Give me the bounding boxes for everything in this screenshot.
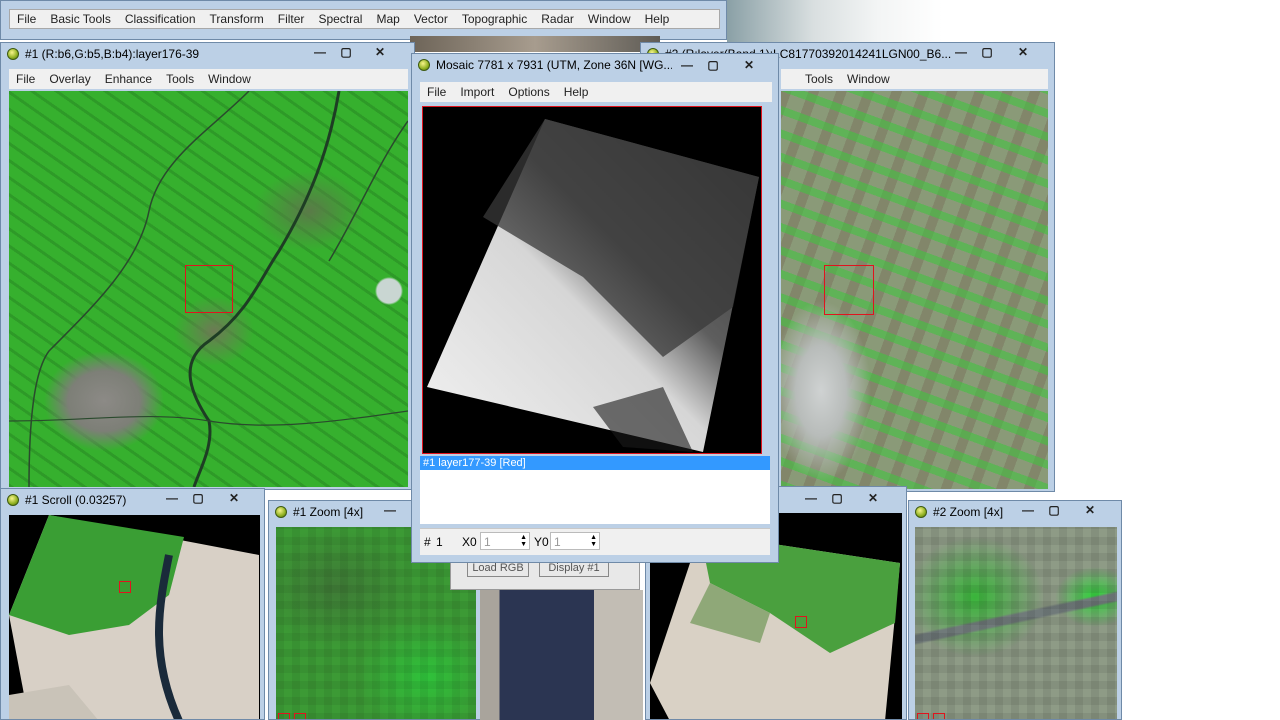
zoom2-window: #2 Zoom [4x] — ▢ ✕ [908,500,1122,720]
close-icon[interactable]: ✕ [367,43,393,61]
zoom1-title: #1 Zoom [4x] [293,505,364,519]
maximize-icon[interactable]: ▢ [1041,501,1067,519]
maximize-icon[interactable]: ▢ [185,489,211,507]
y0-label: Y0 [534,535,549,549]
maximize-icon[interactable]: ▢ [700,56,726,74]
mosaic-menu-import[interactable]: Import [453,85,501,99]
layer-list-item-selected[interactable]: #1 layer177-39 [Red] [420,456,770,470]
main-window: File Basic Tools Classification Transfor… [0,0,727,40]
mosaic-layer-list: #1 layer177-39 [Red] [420,456,770,524]
mosaic-menu-file[interactable]: File [420,85,453,99]
image1-menu-file[interactable]: File [9,72,42,86]
zoom-region-marker[interactable] [824,265,874,315]
menu-basic-tools[interactable]: Basic Tools [43,12,117,26]
menu-file[interactable]: File [10,12,43,26]
background-photo-strip [410,36,660,52]
zoom-marker [278,713,290,719]
zoom-marker [294,713,306,719]
display-button[interactable]: Display #1 [539,561,609,577]
image2-menu-bar: Tools Window [781,69,1048,89]
x0-label: X0 [462,535,477,549]
scroll1-window: #1 Scroll (0.03257) — ▢ ✕ [0,488,265,720]
mosaic-canvas[interactable] [422,106,762,454]
image1-canvas[interactable] [9,91,408,487]
menu-radar[interactable]: Radar [534,12,581,26]
spin-arrows-icon[interactable]: ▲ ▼ [520,534,527,548]
scroll-region-marker[interactable] [795,616,807,628]
image2-canvas[interactable] [781,91,1048,489]
close-icon[interactable]: ✕ [1077,501,1103,519]
envi-app-icon [7,48,19,60]
mosaic-menu-help[interactable]: Help [557,85,596,99]
scroll1-canvas[interactable] [9,515,260,719]
index-value: 1 [436,535,443,549]
mosaic-menu-bar: File Import Options Help [420,82,772,102]
zoom2-title: #2 Zoom [4x] [933,505,1004,519]
zoom-marker [917,713,929,719]
index-label: # [424,535,431,549]
menu-window[interactable]: Window [581,12,638,26]
image2-menu-tools[interactable]: Tools [781,72,840,86]
load-rgb-button[interactable]: Load RGB [467,561,529,577]
menu-classification[interactable]: Classification [118,12,203,26]
envi-app-icon [418,59,430,71]
zoom2-canvas[interactable] [915,527,1117,719]
image1-menu-enhance[interactable]: Enhance [98,72,159,86]
image1-title: #1 (R:b6,G:b5,B:b4):layer176-39 [25,47,200,61]
main-menu-bar: File Basic Tools Classification Transfor… [9,9,720,29]
mosaic-layer-image [427,119,759,452]
envi-app-icon [275,506,287,518]
zoom-region-marker[interactable] [185,265,233,313]
background-photo [727,0,943,44]
minimize-icon[interactable]: — [307,43,333,61]
image1-menu-overlay[interactable]: Overlay [42,72,97,86]
mosaic-title: Mosaic 7781 x 7931 (UTM, Zone 36N [WG... [436,58,672,72]
close-icon[interactable]: ✕ [221,489,247,507]
y0-stepper[interactable]: 1 ▲ ▼ [550,532,600,550]
spin-arrows-icon[interactable]: ▲ ▼ [590,534,597,548]
minimize-icon[interactable]: — [674,56,700,74]
image1-window: #1 (R:b6,G:b5,B:b4):layer176-39 — ▢ ✕ Fi… [0,42,415,490]
y0-value: 1 [554,535,561,549]
minimize-icon[interactable]: — [377,501,403,519]
mosaic-footer: # 1 X0 1 ▲ ▼ Y0 1 ▲ ▼ [420,528,770,555]
background-person-photo [480,590,643,720]
menu-transform[interactable]: Transform [203,12,271,26]
close-icon[interactable]: ✕ [860,489,886,507]
envi-app-icon [7,494,19,506]
minimize-icon[interactable]: — [159,489,185,507]
menu-topographic[interactable]: Topographic [455,12,534,26]
close-icon[interactable]: ✕ [736,56,762,74]
image2-menu-window[interactable]: Window [840,72,897,86]
menu-vector[interactable]: Vector [407,12,455,26]
minimize-icon[interactable]: — [798,489,824,507]
menu-spectral[interactable]: Spectral [311,12,369,26]
maximize-icon[interactable]: ▢ [333,43,359,61]
menu-map[interactable]: Map [369,12,406,26]
x0-value: 1 [484,535,491,549]
image1-menu-bar: File Overlay Enhance Tools Window [9,69,408,89]
mosaic-window: Mosaic 7781 x 7931 (UTM, Zone 36N [WG...… [411,53,779,563]
close-icon[interactable]: ✕ [1010,43,1036,61]
image1-menu-tools[interactable]: Tools [159,72,201,86]
envi-app-icon [915,506,927,518]
maximize-icon[interactable]: ▢ [824,489,850,507]
zoom-marker [933,713,945,719]
hidden-dialog: Load RGB Display #1 [450,560,640,590]
menu-filter[interactable]: Filter [271,12,312,26]
maximize-icon[interactable]: ▢ [974,43,1000,61]
image1-menu-window[interactable]: Window [201,72,258,86]
minimize-icon[interactable]: — [1015,501,1041,519]
scroll1-scene [9,515,259,719]
menu-help[interactable]: Help [638,12,677,26]
mosaic-menu-options[interactable]: Options [501,85,556,99]
scroll1-title: #1 Scroll (0.03257) [25,493,127,507]
minimize-icon[interactable]: — [948,43,974,61]
scroll-region-marker[interactable] [119,581,131,593]
x0-stepper[interactable]: 1 ▲ ▼ [480,532,530,550]
